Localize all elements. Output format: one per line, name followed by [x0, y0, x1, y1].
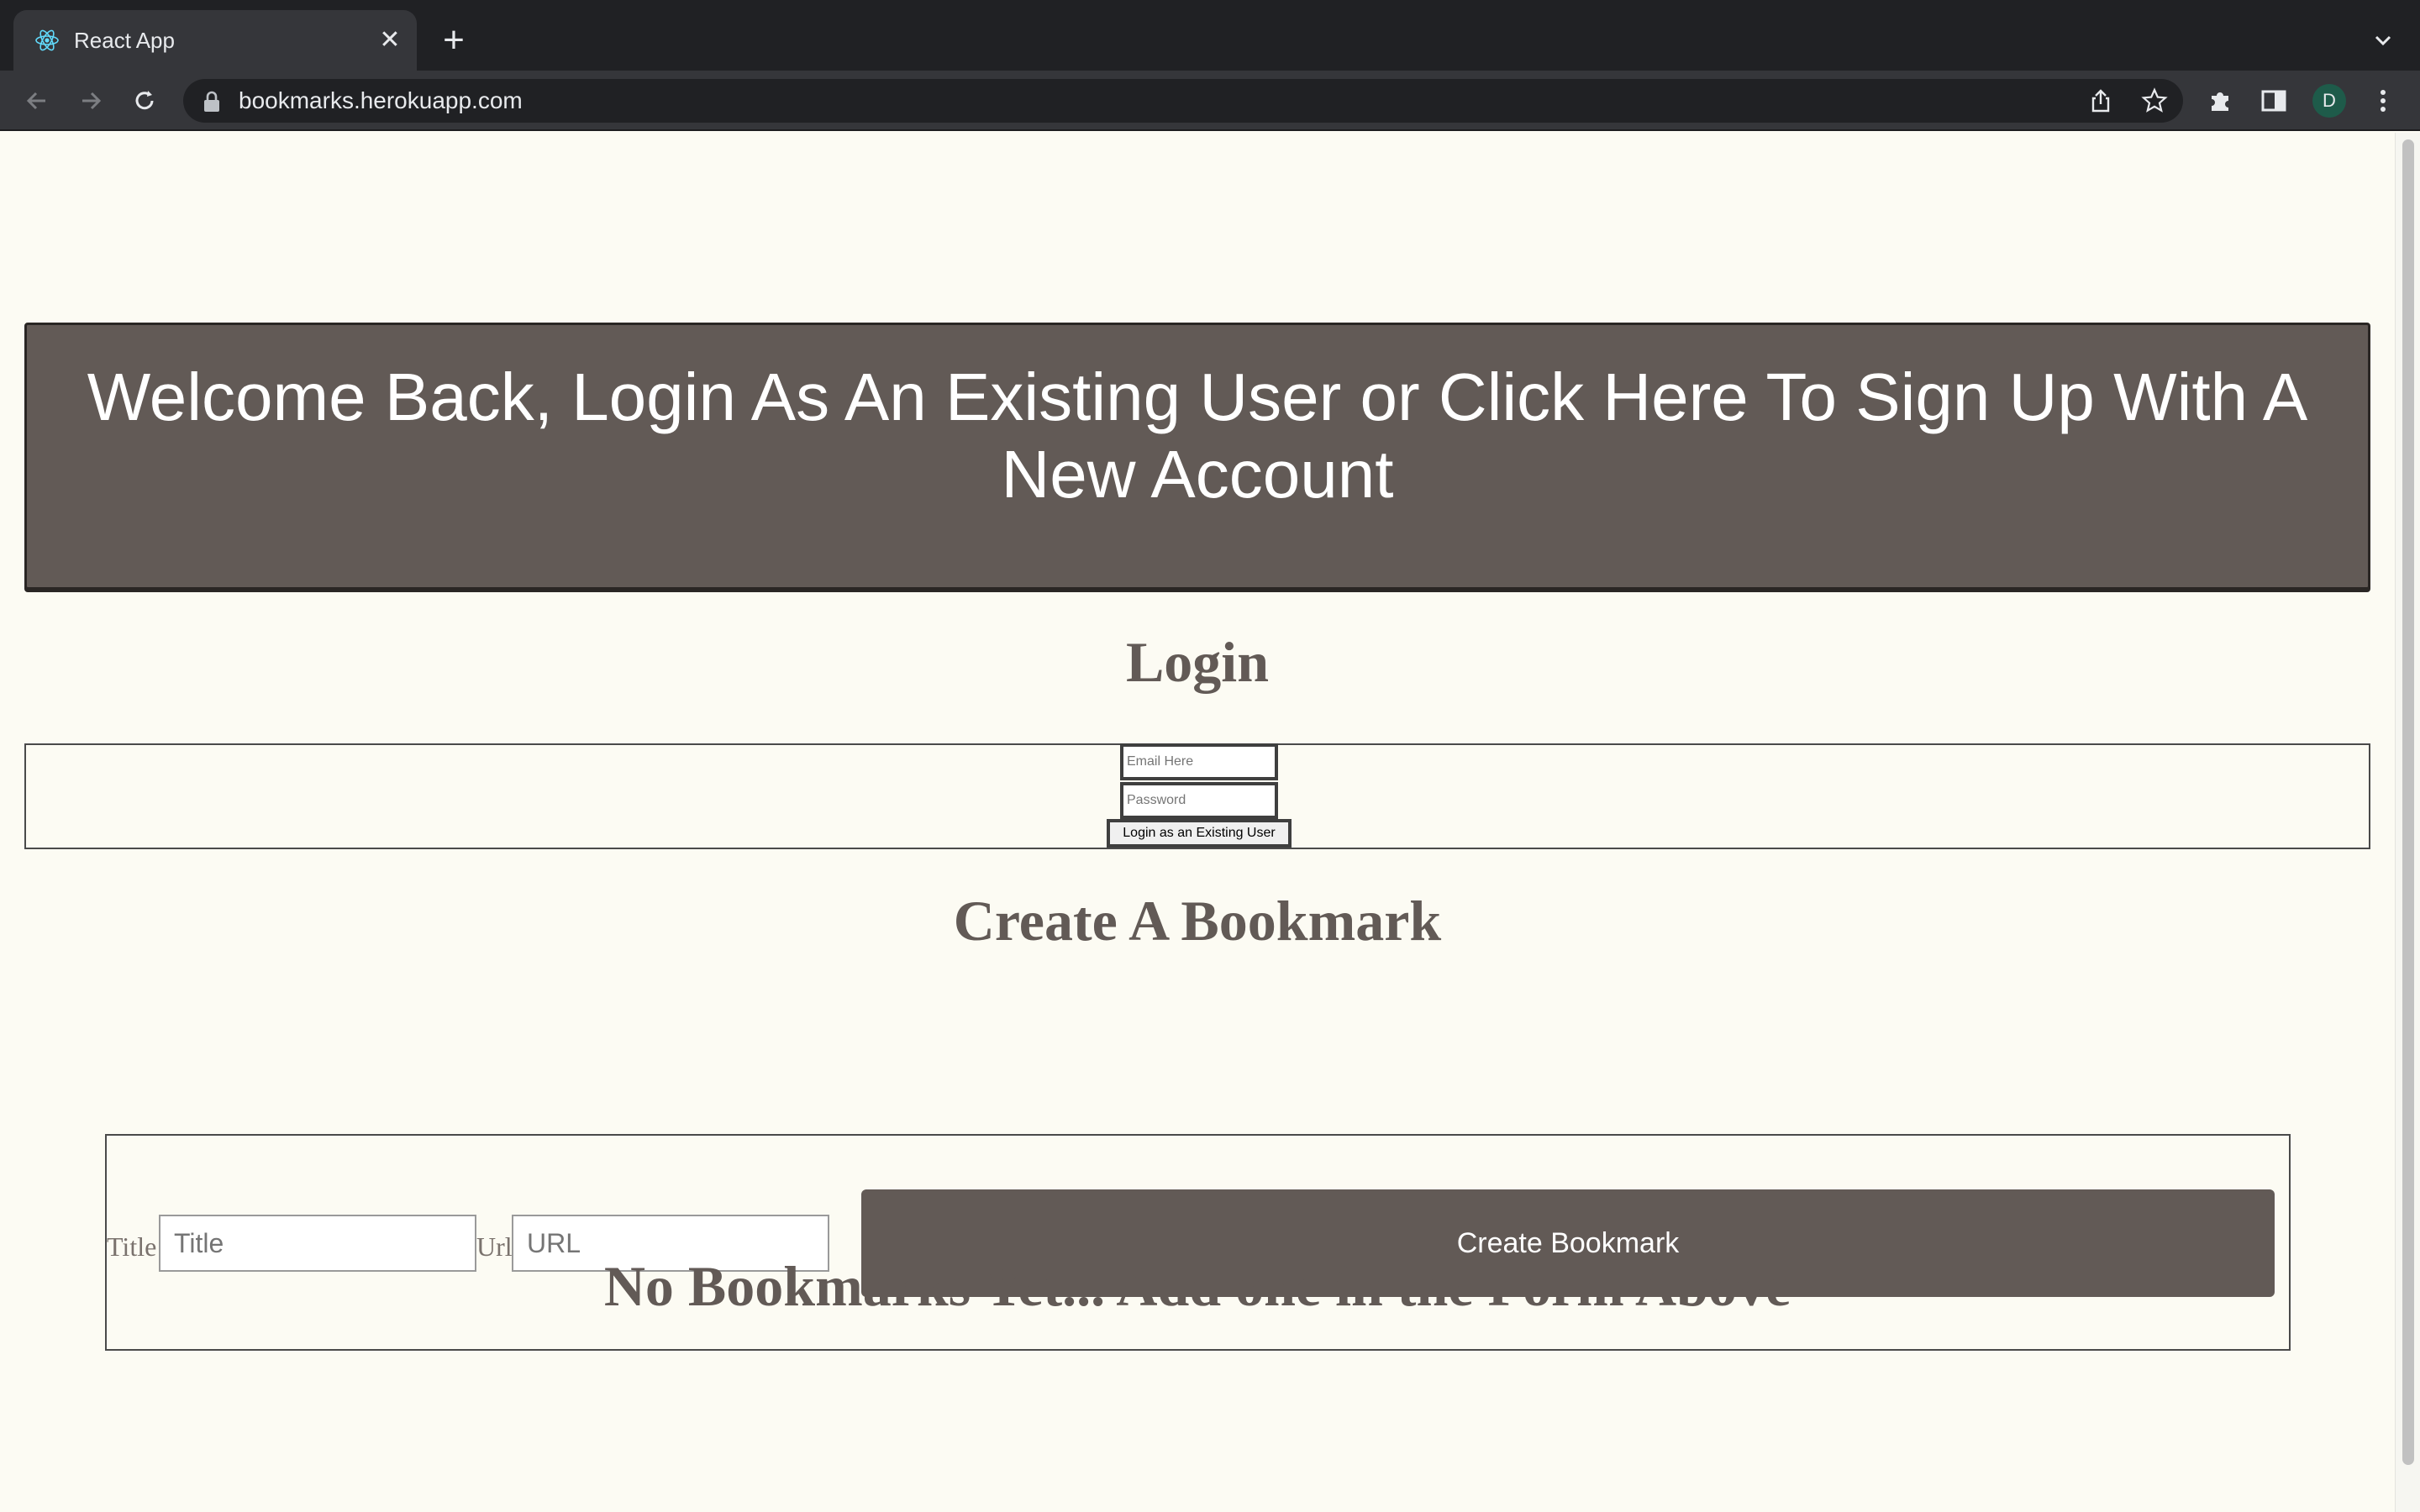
react-logo-icon: [35, 29, 59, 51]
new-tab-icon[interactable]: +: [437, 22, 471, 59]
login-heading: Login: [1125, 630, 1270, 694]
login-form: Login as an Existing User: [24, 743, 2370, 849]
page-scrollbar[interactable]: [2395, 133, 2420, 1512]
scrollbar-thumb[interactable]: [2402, 139, 2414, 1465]
create-bookmark-heading: Create A Bookmark: [953, 889, 1442, 953]
reload-icon[interactable]: [129, 86, 160, 116]
browser-tab-bar: React App ✕ +: [0, 0, 2420, 71]
tab-title: React App: [74, 28, 175, 53]
profile-avatar[interactable]: D: [2312, 84, 2346, 118]
extensions-puzzle-icon[interactable]: [2205, 86, 2235, 116]
email-field[interactable]: [1120, 743, 1278, 780]
login-button[interactable]: Login as an Existing User: [1107, 819, 1292, 848]
close-tab-icon[interactable]: ✕: [375, 25, 405, 55]
password-field[interactable]: [1120, 782, 1278, 819]
address-bar[interactable]: bookmarks.herokuapp.com: [183, 79, 2183, 123]
forward-arrow-icon[interactable]: [76, 86, 106, 116]
chevron-down-icon[interactable]: [2368, 25, 2398, 55]
signup-banner[interactable]: Welcome Back, Login As An Existing User …: [24, 323, 2370, 590]
more-menu-icon[interactable]: [2368, 86, 2398, 116]
back-arrow-icon[interactable]: [22, 86, 52, 116]
side-panel-icon[interactable]: [2259, 86, 2289, 116]
empty-bookmarks-message: No Bookmarks Yet... Add one in the Form …: [603, 1254, 1791, 1318]
lock-icon[interactable]: [202, 91, 222, 113]
browser-tab[interactable]: React App ✕: [13, 10, 417, 71]
share-icon[interactable]: [2087, 87, 2114, 114]
url-text: bookmarks.herokuapp.com: [239, 87, 523, 113]
browser-toolbar: bookmarks.herokuapp.com D: [0, 71, 2420, 131]
page-viewport: Welcome Back, Login As An Existing User …: [0, 133, 2395, 1512]
bookmark-star-icon[interactable]: [2141, 87, 2168, 114]
